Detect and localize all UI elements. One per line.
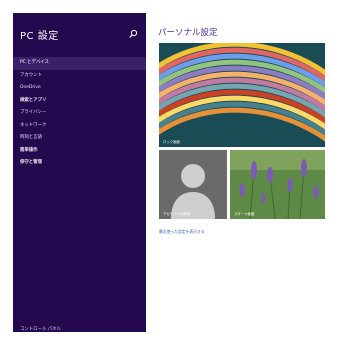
account-picture-tile[interactable]: アカウントの画像 xyxy=(159,150,227,219)
nav-item-pc-devices[interactable]: PC とデバイス xyxy=(13,57,146,70)
nav-item-label: OneDrive xyxy=(20,85,41,90)
nav-item-label: 簡単操作 xyxy=(20,147,38,153)
lock-screen-caption: ロック画面 xyxy=(163,140,180,144)
nav-item-time-language[interactable]: 時刻と言語 xyxy=(13,132,146,145)
user-silhouette-icon xyxy=(159,150,227,219)
settings-nav-pane: PC 設定 PC とデバイス アカウント OneDrive 検索とアプリ プライ… xyxy=(13,13,146,332)
nav-header: PC 設定 xyxy=(20,27,140,43)
nav-item-privacy[interactable]: プライバシー xyxy=(13,107,146,120)
nav-item-onedrive[interactable]: OneDrive xyxy=(13,82,146,95)
control-panel-link[interactable]: コントロール パネル xyxy=(20,326,61,332)
nav-list: PC とデバイス アカウント OneDrive 検索とアプリ プライバシー ネッ… xyxy=(13,57,146,170)
account-picture-caption: アカウントの画像 xyxy=(163,212,191,216)
nav-item-label: ネットワーク xyxy=(20,122,47,128)
recent-settings-link[interactable]: 最近使った設定を表示する xyxy=(159,229,205,235)
nav-item-accounts[interactable]: アカウント xyxy=(13,70,146,83)
nav-item-network[interactable]: ネットワーク xyxy=(13,120,146,133)
nav-item-label: プライバシー xyxy=(20,110,47,115)
lock-screen-tile[interactable]: ロック画面 xyxy=(159,43,325,147)
nav-item-label: 検索とアプリ xyxy=(20,97,47,103)
nav-item-label: アカウント xyxy=(20,72,42,78)
start-screen-tile[interactable]: スタート画面 xyxy=(230,150,325,219)
page-title: パーソナル設定 xyxy=(158,28,218,38)
nav-item-label: 保守と管理 xyxy=(20,160,42,165)
lavender-image xyxy=(230,150,325,219)
start-screen-caption: スタート画面 xyxy=(234,212,255,216)
lock-screen-image xyxy=(159,43,325,147)
nav-item-search-apps[interactable]: 検索とアプリ xyxy=(13,95,146,108)
search-icon[interactable] xyxy=(128,29,138,39)
nav-item-update-recovery[interactable]: 保守と管理 xyxy=(13,157,146,170)
nav-item-label: 時刻と言語 xyxy=(20,135,42,140)
nav-item-ease-of-access[interactable]: 簡単操作 xyxy=(13,145,146,158)
nav-title: PC 設定 xyxy=(20,31,59,42)
nav-item-label: PC とデバイス xyxy=(20,60,49,65)
